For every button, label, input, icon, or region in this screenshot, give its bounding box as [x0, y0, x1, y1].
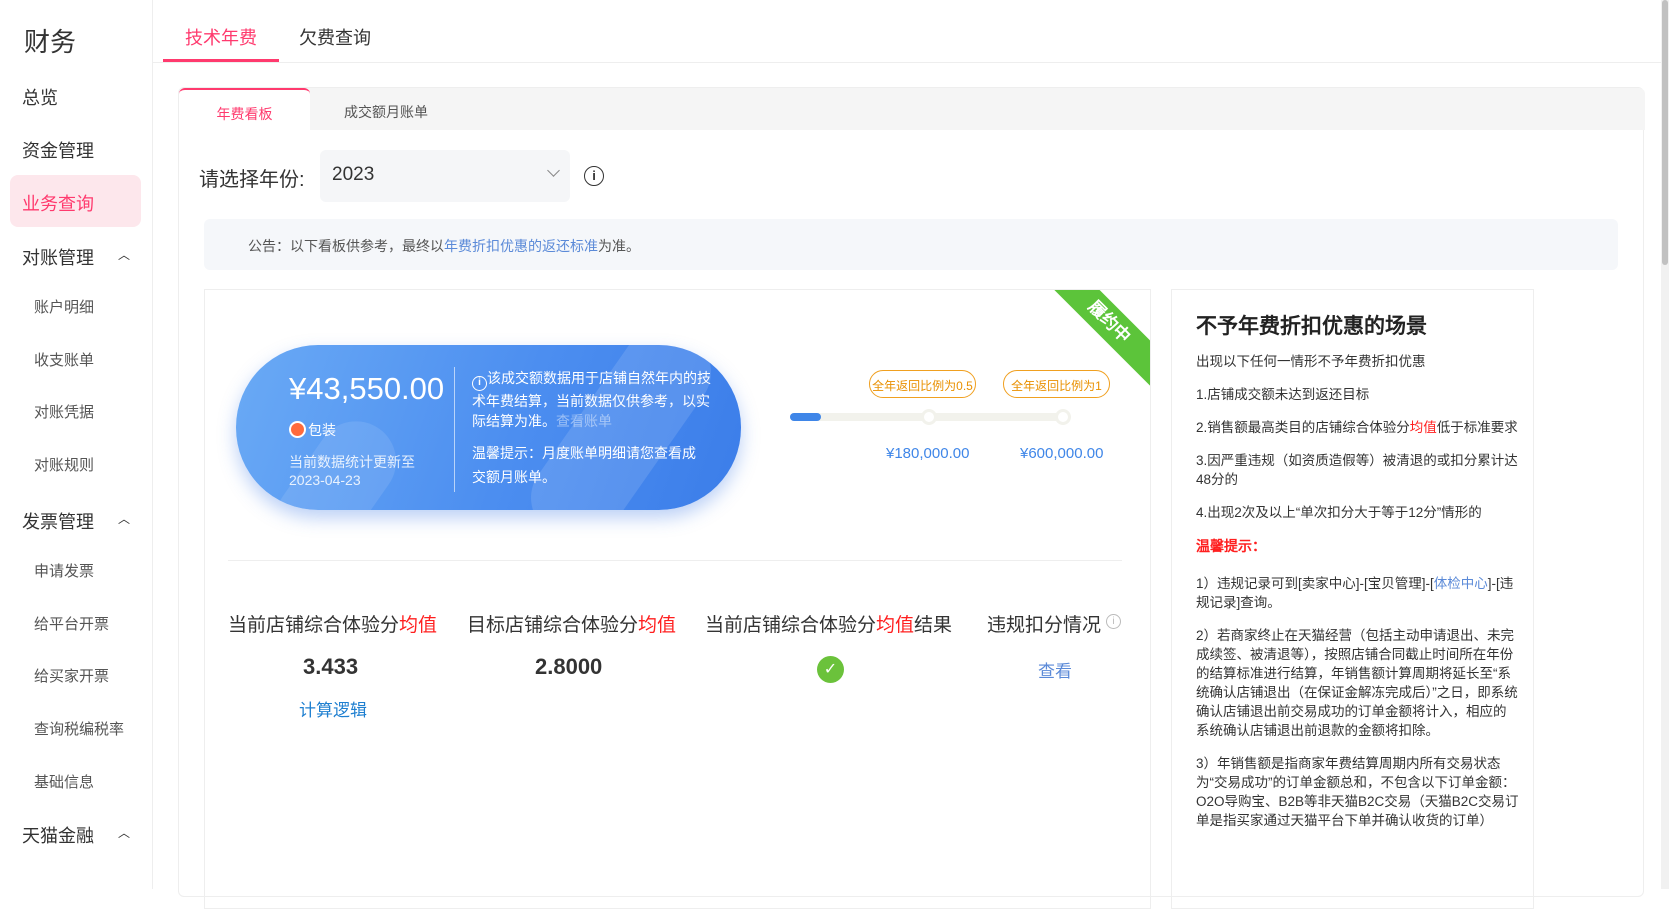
sidebar-item-business-query[interactable]: 业务查询 — [10, 175, 141, 227]
rule-item: 2.销售额最高类目的店铺综合体验分均值低于标准要求 — [1196, 418, 1519, 437]
milestone-amount: ¥600,000.00 — [1020, 445, 1104, 462]
metric-current-label: 当前店铺综合体验分均值 — [228, 610, 437, 637]
chevron-up-icon: ︿ — [117, 826, 130, 840]
year-label: 请选择年份: — [199, 169, 305, 191]
content-card: 年费看板 成交额月账单 请选择年份: 2023 i 公告：以下看板供参考，最终以… — [178, 87, 1645, 909]
chevron-down-icon — [547, 164, 560, 177]
sidebar-group-invoice[interactable]: 发票管理 ︿ — [22, 508, 130, 534]
sidebar-item-funds[interactable]: 资金管理 — [22, 137, 94, 163]
info-icon: i — [472, 376, 487, 391]
sidebar-item-buyer-invoice[interactable]: 给买家开票 — [34, 665, 109, 686]
sidebar-group-finance[interactable]: 天猫金融 ︿ — [22, 822, 130, 848]
update-info: 当前数据统计更新至 2023-04-23 — [289, 453, 415, 489]
rule-item: 3.因严重违规（如资质造假等）被清退的或扣分累计达48分的 — [1196, 453, 1518, 487]
tab-tech-annual-fee[interactable]: 技术年费 — [185, 24, 257, 50]
sidebar-item-platform-invoice[interactable]: 给平台开票 — [34, 613, 109, 634]
rules-title: 不予年费折扣优惠的场景 — [1196, 315, 1427, 338]
rule-text: 低于标准要求 — [1436, 420, 1518, 435]
chevron-up-icon: ︿ — [117, 248, 130, 262]
view-violation-link[interactable]: 查看 — [1038, 657, 1072, 682]
info-icon[interactable]: i — [584, 166, 604, 186]
page-scrollbar[interactable] — [1661, 0, 1669, 889]
sidebar-group-reconciliation[interactable]: 对账管理 ︿ — [22, 244, 130, 270]
notice-link[interactable]: 年费折扣优惠的返还标准 — [444, 238, 598, 254]
view-bill-link[interactable]: 查看账单 — [556, 413, 612, 429]
rules-panel: 不予年费折扣优惠的场景 出现以下任何一情形不予年费折扣优惠 1.店铺成交额未达到… — [1171, 289, 1534, 909]
sidebar-group-label: 天猫金融 — [22, 826, 94, 846]
metric-violation-label: 违规扣分情况 — [987, 615, 1102, 636]
sidebar-item-basic-info[interactable]: 基础信息 — [34, 771, 94, 792]
metric-label-highlight: 均值 — [638, 615, 677, 636]
sidebar-item-income-expense[interactable]: 收支账单 — [34, 349, 94, 370]
annual-fee-panel: 履约中 ¥43,550.00 包装 当前数据统计更新至 2023-04-23 i… — [204, 289, 1151, 909]
milestone-amount: ¥180,000.00 — [886, 445, 970, 462]
note-item: 3）年销售额是指商家年费结算周期内所有交易状态为“交易成功”的订单金额总和，不包… — [1196, 756, 1519, 828]
tab-arrears-query[interactable]: 欠费查询 — [299, 24, 371, 50]
active-tab-indicator — [163, 59, 279, 62]
calc-logic-link[interactable]: 计算逻辑 — [299, 696, 367, 721]
notice-suffix: 为准。 — [598, 238, 640, 254]
note-item: 2）若商家终止在天猫经营（包括主动申请退出、未完成续签、被清退等），按照店铺合同… — [1196, 628, 1518, 738]
category-badge: 包装 — [289, 420, 336, 440]
notice-bar: 公告：以下看板供参考，最终以年费折扣优惠的返还标准为准。 — [204, 219, 1618, 270]
metric-label-text: 结果 — [914, 615, 953, 636]
progress-fill — [790, 413, 821, 421]
sidebar-group-label: 对账管理 — [22, 248, 94, 268]
summary-description: i 该成交额数据用于店铺自然年内的技术年费结算，当前数据仅供参考，以实际结算为准。… — [472, 368, 712, 431]
year-select-value: 2023 — [332, 164, 375, 185]
check-icon: ✓ — [817, 656, 844, 683]
metric-label-text: 当前店铺综合体验分 — [705, 615, 877, 636]
notice-prefix: 公告：以下看板供参考，最终以 — [248, 238, 444, 254]
metric-target-value: 2.8000 — [535, 654, 603, 679]
health-center-link[interactable]: 体检中心 — [1434, 576, 1488, 591]
sidebar-item-vouchers[interactable]: 对账凭据 — [34, 401, 94, 422]
scrollbar-thumb[interactable] — [1662, 0, 1668, 265]
sidebar-item-account-detail[interactable]: 账户明细 — [34, 296, 94, 317]
milestone-bubble: 全年返回比例为0.5 — [869, 370, 976, 398]
metric-label-text: 目标店铺综合体验分 — [467, 615, 639, 636]
sidebar-group-label: 发票管理 — [22, 512, 94, 532]
summary-tip: 温馨提示：月度账单明细请您查看成交额月账单。 — [472, 445, 696, 485]
metric-target-label: 目标店铺综合体验分均值 — [467, 610, 676, 637]
warm-tip-title: 温馨提示： — [1196, 538, 1266, 554]
tab-annual-fee-board[interactable]: 年费看板 — [179, 88, 310, 130]
note-item: 1）违规记录可到[卖家中心]-[宝贝管理]-[体检中心]-[违规记录]查询。 — [1196, 574, 1519, 612]
chevron-up-icon: ︿ — [117, 512, 130, 526]
divider — [454, 367, 455, 492]
sub-tab-bar: 年费看板 成交额月账单 — [179, 88, 1645, 130]
category-icon — [289, 421, 306, 438]
sales-summary-card: ¥43,550.00 包装 当前数据统计更新至 2023-04-23 i 该成交额… — [236, 345, 741, 510]
update-date: 2023-04-23 — [289, 472, 361, 488]
note-text: 1）违规记录可到[卖家中心]-[宝贝管理]-[ — [1196, 576, 1434, 591]
milestone-bubble: 全年返回比例为1 — [1003, 370, 1110, 398]
tab-monthly-bill[interactable]: 成交额月账单 — [344, 88, 428, 130]
rule-item: 1.店铺成交额未达到返还目标 — [1196, 387, 1370, 402]
sidebar-item-tax-rate[interactable]: 查询税编税率 — [34, 718, 124, 739]
sidebar-item-apply-invoice[interactable]: 申请发票 — [34, 560, 94, 581]
sidebar-item-rules[interactable]: 对账规则 — [34, 454, 94, 475]
sales-amount: ¥43,550.00 — [289, 371, 445, 406]
year-select[interactable]: 2023 — [320, 150, 570, 202]
category-label: 包装 — [308, 422, 336, 438]
top-tab-bar — [153, 0, 1669, 63]
milestone-dot — [921, 409, 937, 425]
rule-item: 4.出现2次及以上“单次扣分大于等于12分”情形的 — [1196, 505, 1482, 520]
rule-text: 2.销售额最高类目的店铺综合体验分 — [1196, 420, 1410, 435]
metric-label-highlight: 均值 — [876, 615, 915, 636]
metric-current-value: 3.433 — [303, 654, 359, 679]
update-label: 当前数据统计更新至 — [289, 454, 415, 470]
metric-label-highlight: 均值 — [399, 615, 438, 636]
rule-highlight: 均值 — [1409, 420, 1437, 435]
milestone-dot — [1055, 409, 1071, 425]
metric-result-label: 当前店铺综合体验分均值结果 — [705, 610, 952, 637]
sidebar: 财务 总览 资金管理 业务查询 对账管理 ︿ 账户明细 收支账单 对账凭据 对账… — [0, 0, 153, 889]
sidebar-item-overview[interactable]: 总览 — [22, 84, 58, 110]
sidebar-title: 财务 — [24, 27, 77, 57]
metric-label-text: 当前店铺综合体验分 — [228, 615, 400, 636]
divider — [228, 560, 1122, 561]
info-icon[interactable]: i — [1106, 614, 1121, 629]
rules-intro: 出现以下任何一情形不予年费折扣优惠 — [1196, 354, 1426, 369]
